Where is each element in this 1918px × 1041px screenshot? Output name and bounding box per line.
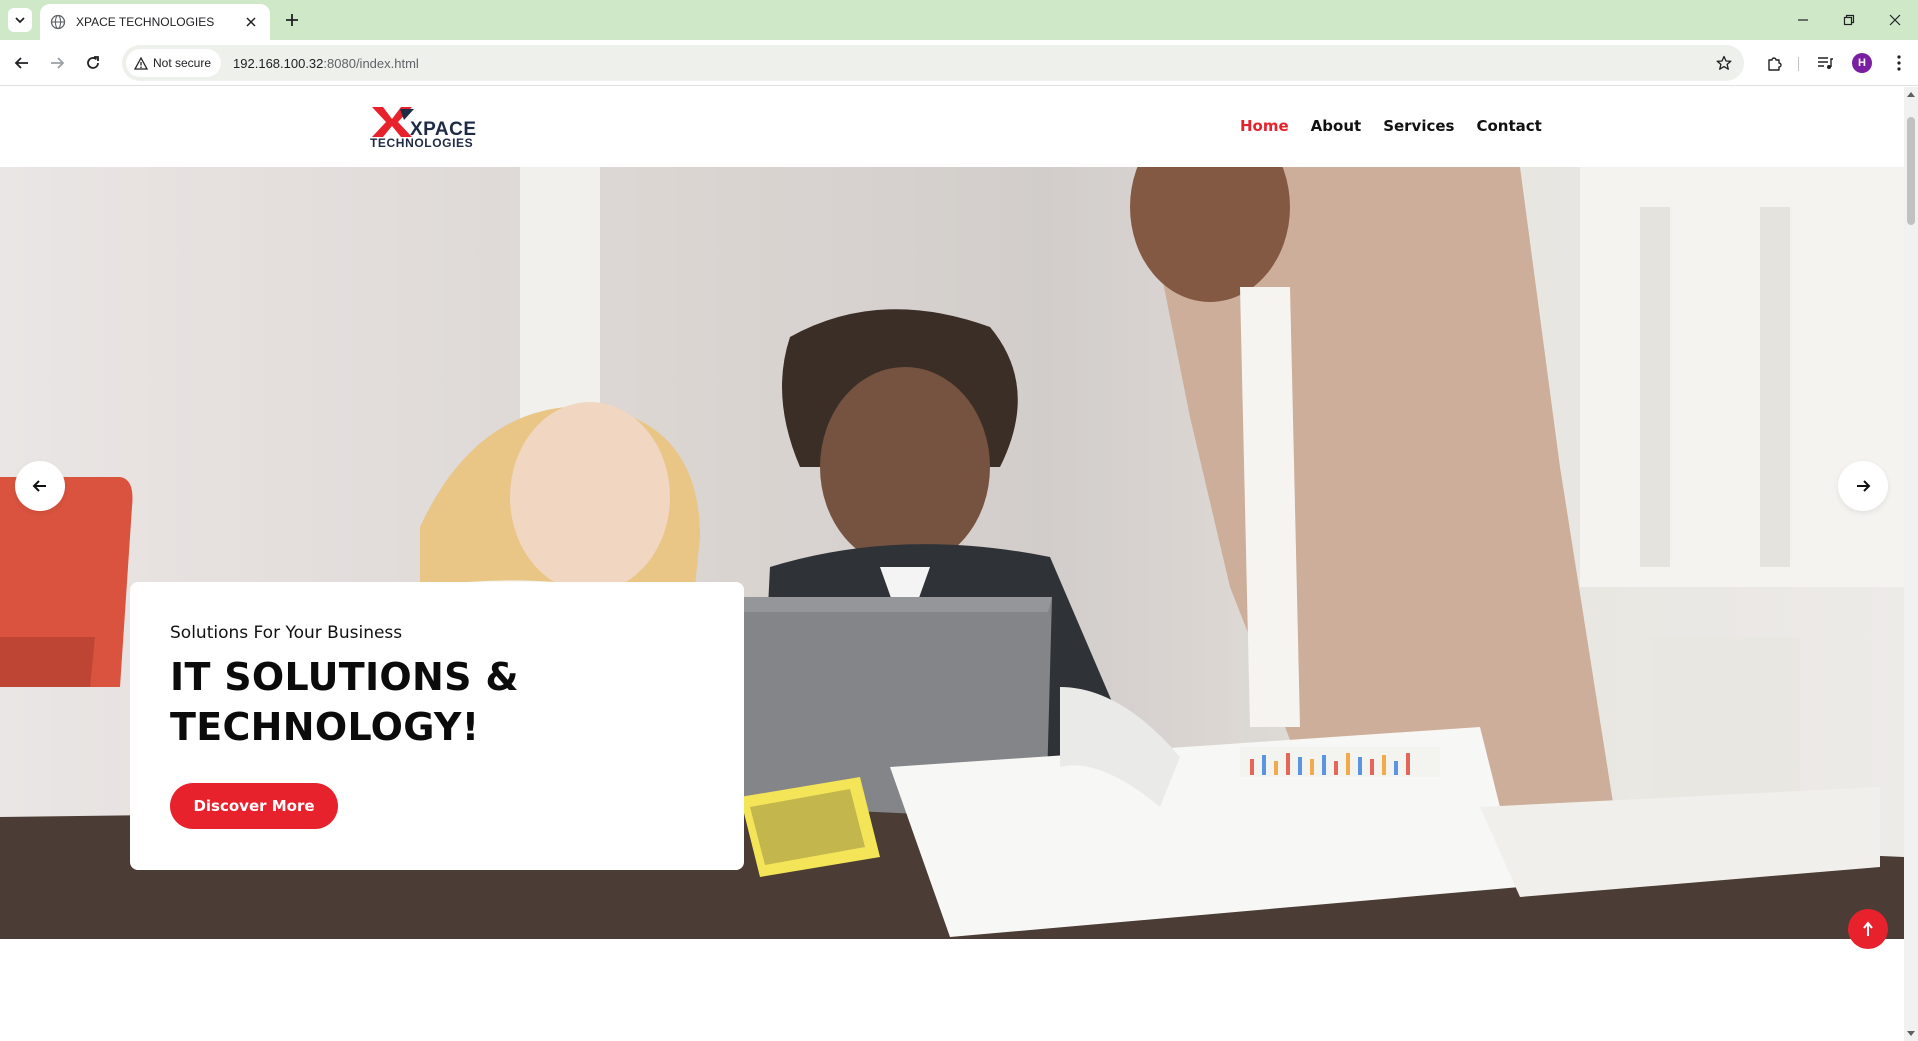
arrow-left-icon: [32, 480, 46, 492]
security-indicator[interactable]: Not secure: [126, 49, 222, 77]
hero-title: IT SOLUTIONS & TECHNOLOGY!: [170, 652, 704, 752]
playlist-icon: [1818, 57, 1833, 69]
browser-tab[interactable]: XPACE TECHNOLOGIES: [40, 4, 270, 40]
close-window-button[interactable]: [1872, 0, 1918, 40]
close-icon[interactable]: [242, 13, 260, 31]
scrollbar-thumb[interactable]: [1907, 117, 1915, 225]
nav-contact[interactable]: Contact: [1476, 117, 1541, 135]
page-scrollbar[interactable]: [1904, 87, 1918, 1041]
arrow-up-icon: [1863, 921, 1873, 936]
hero-title-line-2: TECHNOLOGY!: [170, 705, 480, 749]
warning-icon: [134, 56, 148, 70]
minimize-button[interactable]: [1780, 0, 1826, 40]
page-viewport: XPACE TECHNOLOGIES Home About Services C…: [0, 87, 1904, 1041]
slider-next-button[interactable]: [1838, 461, 1888, 511]
browser-tab-strip: XPACE TECHNOLOGIES: [0, 0, 1918, 40]
chevron-down-icon: [15, 17, 25, 24]
hero-slider: Solutions For Your Business IT SOLUTIONS…: [0, 167, 1904, 939]
browser-toolbar: Not secure 192.168.100.32:8080/index.htm…: [0, 40, 1918, 86]
logo-subtitle: TECHNOLOGIES: [370, 136, 474, 150]
reload-button[interactable]: [80, 50, 106, 76]
more-vert-icon: [1897, 55, 1901, 71]
scroll-down-arrow[interactable]: [1907, 1031, 1915, 1036]
url-path: :8080/index.html: [323, 55, 419, 71]
main-nav: Home About Services Contact: [1240, 117, 1564, 135]
scroll-up-arrow[interactable]: [1907, 92, 1915, 97]
reload-icon: [87, 56, 99, 69]
hero-subtitle: Solutions For Your Business: [170, 623, 403, 643]
tab-title: XPACE TECHNOLOGIES: [76, 15, 215, 29]
arrow-left-icon: [14, 57, 28, 69]
forward-button[interactable]: [44, 50, 70, 76]
nav-home[interactable]: Home: [1240, 117, 1289, 135]
media-controls-button[interactable]: [1812, 50, 1838, 76]
star-icon: [1716, 55, 1732, 70]
bookmark-star-button[interactable]: [1714, 53, 1734, 73]
security-label: Not secure: [153, 56, 212, 70]
extensions-button[interactable]: [1762, 50, 1788, 76]
browser-menu-button[interactable]: [1886, 50, 1912, 76]
new-tab-button[interactable]: [280, 8, 304, 32]
restore-icon: [1843, 14, 1855, 26]
globe-icon: [50, 14, 66, 30]
nav-services[interactable]: Services: [1383, 117, 1454, 135]
slider-prev-button[interactable]: [15, 461, 65, 511]
back-button[interactable]: [9, 50, 35, 76]
puzzle-icon: [1768, 57, 1782, 71]
discover-more-button[interactable]: Discover More: [170, 783, 338, 829]
hero-title-line-1: IT SOLUTIONS &: [170, 655, 519, 699]
url-text[interactable]: 192.168.100.32:8080/index.html: [233, 56, 419, 71]
profile-avatar[interactable]: H: [1852, 53, 1872, 73]
nav-about[interactable]: About: [1311, 117, 1362, 135]
arrow-right-icon: [51, 57, 65, 69]
minimize-icon: [1798, 19, 1808, 21]
address-bar[interactable]: Not secure 192.168.100.32:8080/index.htm…: [122, 45, 1744, 81]
site-logo[interactable]: XPACE TECHNOLOGIES: [370, 105, 480, 151]
url-host: 192.168.100.32: [233, 55, 324, 71]
plus-icon: [286, 14, 298, 26]
site-header: XPACE TECHNOLOGIES Home About Services C…: [0, 87, 1904, 167]
toolbar-separator: [1798, 57, 1799, 71]
restore-button[interactable]: [1826, 0, 1872, 40]
window-controls: [1780, 0, 1918, 40]
close-icon: [1889, 14, 1901, 26]
back-to-top-button[interactable]: [1848, 909, 1888, 949]
tab-search-button[interactable]: [8, 8, 32, 32]
hero-caption-card: Solutions For Your Business IT SOLUTIONS…: [130, 582, 744, 870]
arrow-right-icon: [1857, 480, 1871, 492]
